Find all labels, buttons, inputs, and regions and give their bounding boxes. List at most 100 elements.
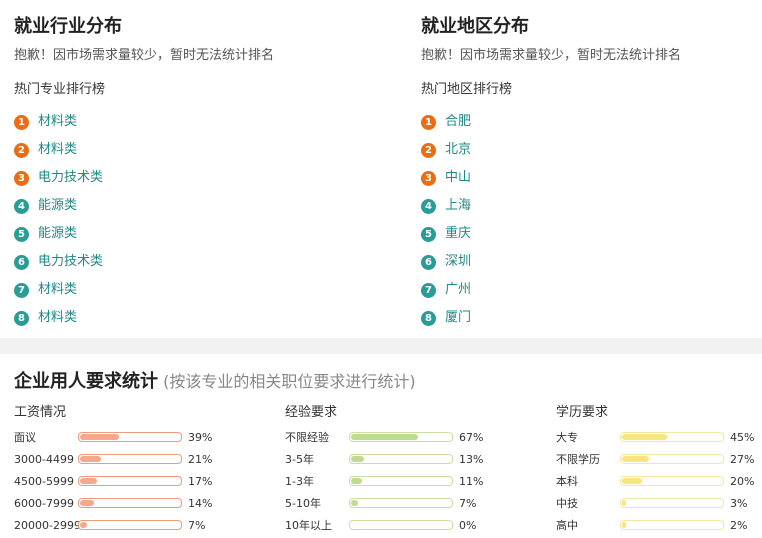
salary-rows: 面议 39% 3000-4499 21% 4500-5999 17% 6000-7999 14… xyxy=(14,428,212,538)
experience-row-name: 不限经验 xyxy=(285,431,329,444)
experience-row: 不限经验 67% xyxy=(285,428,483,450)
education-progress-bar xyxy=(620,454,724,464)
experience-row-name: 1-3年 xyxy=(285,475,314,488)
region-rank-link[interactable]: 合肥 xyxy=(445,114,471,130)
industry-rank-link[interactable]: 材料类 xyxy=(38,142,77,158)
rank-number-badge: 7 xyxy=(421,282,436,298)
region-rank-item: 8 厦门 xyxy=(421,304,471,332)
region-title: 就业地区分布 xyxy=(421,16,529,37)
salary-section: 工资情况 面议 39% 3000-4499 21% 4500-5999 17% 6000-7… xyxy=(14,404,212,538)
experience-progress-fill xyxy=(351,478,362,484)
rank-number-badge: 4 xyxy=(14,198,29,214)
education-row: 大专 45% xyxy=(556,428,754,450)
experience-progress-fill xyxy=(351,500,358,506)
salary-row-percent: 39% xyxy=(188,431,213,444)
salary-progress-fill xyxy=(80,456,101,462)
region-rank-link[interactable]: 上海 xyxy=(445,198,471,214)
industry-rank-item: 1 材料类 xyxy=(14,108,103,136)
education-row-percent: 20% xyxy=(730,475,755,488)
education-row-name: 中技 xyxy=(556,497,578,510)
education-label: 学历要求 xyxy=(556,405,609,420)
region-rank-link[interactable]: 深圳 xyxy=(445,254,471,270)
experience-progress-fill xyxy=(351,456,364,462)
salary-row: 4500-5999 17% xyxy=(14,472,212,494)
education-row-name: 本科 xyxy=(556,475,578,488)
salary-progress-fill xyxy=(80,478,97,484)
industry-rank-item: 6 电力技术类 xyxy=(14,248,103,276)
education-row: 不限学历 27% xyxy=(556,450,754,472)
education-row: 中技 3% xyxy=(556,494,747,516)
rank-number-badge: 5 xyxy=(14,226,29,242)
industry-rank-link[interactable]: 材料类 xyxy=(38,282,77,298)
rank-number-badge: 2 xyxy=(421,142,436,158)
industry-rank-link[interactable]: 电力技术类 xyxy=(38,254,103,270)
region-rank-item: 5 重庆 xyxy=(421,220,471,248)
education-progress-bar xyxy=(620,498,724,508)
education-row-percent: 27% xyxy=(730,453,755,466)
industry-rank-item: 4 能源类 xyxy=(14,192,103,220)
rank-number-badge: 7 xyxy=(14,282,29,298)
rank-number-badge: 1 xyxy=(421,114,436,130)
industry-rank-link[interactable]: 电力技术类 xyxy=(38,170,103,186)
stats-note: (按该专业的相关职位要求进行统计) xyxy=(163,372,416,391)
rank-number-badge: 5 xyxy=(421,226,436,242)
region-rank-item: 6 深圳 xyxy=(421,248,471,276)
experience-row-percent: 0% xyxy=(459,519,477,532)
experience-row-name: 3-5年 xyxy=(285,453,314,466)
salary-row-name: 3000-4499 xyxy=(14,453,74,466)
industry-rank-list: 1 材料类 2 材料类 3 电力技术类 4 能源类 5 能源类 6 电力技术类 7 材料类 8 材料类 xyxy=(14,108,103,332)
industry-note: 抱歉！因市场需求量较少，暂时无法统计排名 xyxy=(14,48,275,63)
education-progress-fill xyxy=(622,522,626,528)
industry-rank-link[interactable]: 材料类 xyxy=(38,310,77,326)
industry-rank-item: 3 电力技术类 xyxy=(14,164,103,192)
experience-label: 经验要求 xyxy=(285,405,338,420)
rank-number-badge: 3 xyxy=(421,170,436,186)
salary-label: 工资情况 xyxy=(14,405,67,420)
salary-row-name: 6000-7999 xyxy=(14,497,74,510)
region-rank-item: 4 上海 xyxy=(421,192,471,220)
salary-row: 面议 39% xyxy=(14,428,212,450)
experience-progress-fill xyxy=(351,434,418,440)
salary-progress-fill xyxy=(80,434,119,440)
education-progress-bar xyxy=(620,432,724,442)
rank-number-badge: 6 xyxy=(421,254,436,270)
industry-rank-link[interactable]: 材料类 xyxy=(38,114,77,130)
experience-row-percent: 11% xyxy=(459,475,484,488)
region-rank-list: 1 合肥 2 北京 3 中山 4 上海 5 重庆 6 深圳 7 广州 8 厦门 xyxy=(421,108,471,332)
distribution-panel: 就业行业分布 抱歉！因市场需求量较少，暂时无法统计排名 热门专业排行榜 1 材料类… xyxy=(0,0,762,338)
industry-rank-link[interactable]: 能源类 xyxy=(38,226,77,242)
education-progress-fill xyxy=(622,478,642,484)
salary-row-name: 面议 xyxy=(14,431,36,444)
industry-rank-link[interactable]: 能源类 xyxy=(38,198,77,214)
industry-title: 就业行业分布 xyxy=(14,16,122,37)
experience-row-percent: 13% xyxy=(459,453,484,466)
rank-number-badge: 4 xyxy=(421,198,436,214)
education-rows: 大专 45% 不限学历 27% 本科 20% 中技 3% 高中 2% xyxy=(556,428,754,538)
salary-progress-fill xyxy=(80,500,94,506)
requirements-panel: 企业用人要求统计 (按该专业的相关职位要求进行统计) 工资情况 面议 39% 300… xyxy=(0,354,762,538)
region-subtitle: 热门地区排行榜 xyxy=(421,82,513,97)
experience-rows: 不限经验 67% 3-5年 13% 1-3年 11% 5-10年 7% 10年以上 0% xyxy=(285,428,483,538)
region-rank-link[interactable]: 广州 xyxy=(445,282,471,298)
experience-row: 1-3年 11% xyxy=(285,472,483,494)
rank-number-badge: 1 xyxy=(14,114,29,130)
salary-progress-fill xyxy=(80,522,87,528)
salary-row-percent: 14% xyxy=(188,497,213,510)
experience-section: 经验要求 不限经验 67% 3-5年 13% 1-3年 11% 5-10年 7% 10年以上 0% xyxy=(285,404,483,538)
salary-progress-bar xyxy=(78,498,182,508)
salary-row: 3000-4499 21% xyxy=(14,450,212,472)
salary-progress-bar xyxy=(78,520,182,530)
region-rank-link[interactable]: 重庆 xyxy=(445,226,471,242)
education-section: 学历要求 大专 45% 不限学历 27% 本科 20% 中技 3% 高中 2% xyxy=(556,404,754,538)
salary-row-percent: 7% xyxy=(188,519,206,532)
salary-progress-bar xyxy=(78,476,182,486)
education-progress-fill xyxy=(622,500,626,506)
education-progress-fill xyxy=(622,456,649,462)
region-rank-link[interactable]: 中山 xyxy=(445,170,471,186)
education-row-name: 不限学历 xyxy=(556,453,600,466)
salary-row: 6000-7999 14% xyxy=(14,494,212,516)
region-rank-link[interactable]: 北京 xyxy=(445,142,471,158)
region-rank-link[interactable]: 厦门 xyxy=(445,310,471,326)
rank-number-badge: 8 xyxy=(14,310,29,326)
experience-row-name: 10年以上 xyxy=(285,519,332,532)
